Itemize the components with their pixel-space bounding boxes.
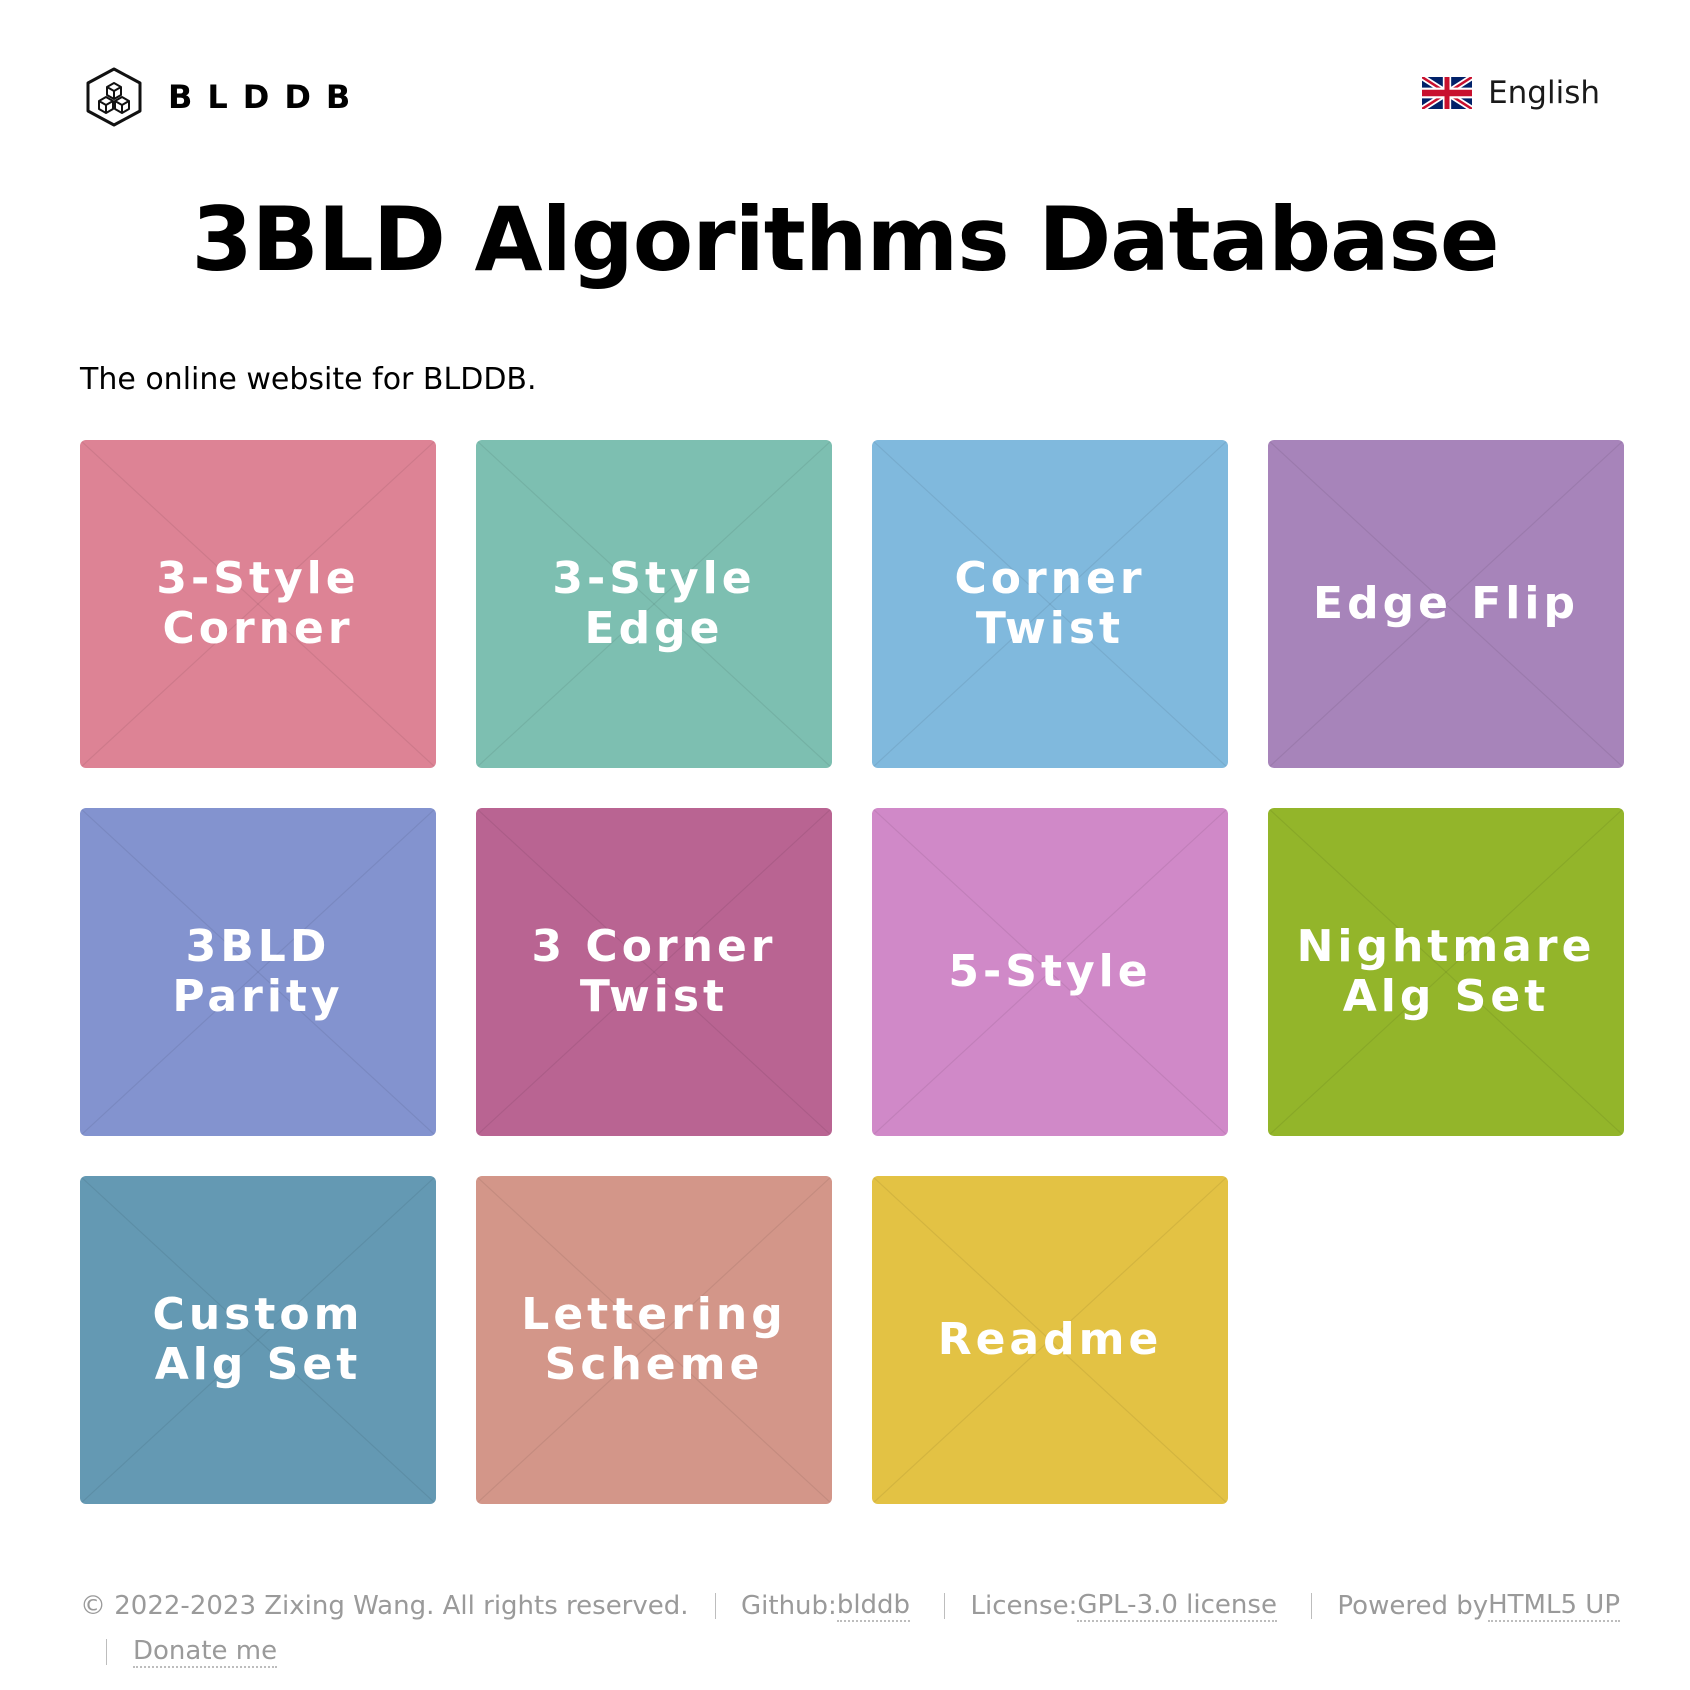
tile-label: Custom Alg Set (152, 1289, 364, 1390)
donate-link[interactable]: Donate me (133, 1636, 278, 1668)
uk-flag-icon (1422, 77, 1473, 109)
tile-label: 3-Style Corner (156, 553, 360, 654)
tile-label: 3 Corner Twist (531, 921, 777, 1022)
page-title: 3BLD Algorithms Database (191, 188, 1499, 291)
tile-custom-alg-set[interactable]: Custom Alg Set (80, 1176, 436, 1504)
github-link[interactable]: blddb (836, 1590, 911, 1622)
language-label: English (1488, 75, 1600, 111)
powered-by-prefix: Powered by (1337, 1591, 1489, 1621)
tile-lettering-scheme[interactable]: Lettering Scheme (476, 1176, 832, 1504)
language-selector[interactable]: English (1422, 75, 1600, 111)
html5up-link[interactable]: HTML5 UP (1488, 1590, 1620, 1622)
footer-row: © 2022-2023 Zixing Wang. All rights rese… (80, 1586, 1620, 1626)
tile-label: 3-Style Edge (552, 553, 756, 654)
tile-label: Lettering Scheme (521, 1289, 787, 1390)
cube-logo-icon (86, 67, 142, 127)
license-link[interactable]: GPL-3.0 license (1077, 1590, 1277, 1622)
tile-label: Nightmare Alg Set (1296, 921, 1596, 1022)
tile-corner-twist[interactable]: Corner Twist (872, 440, 1228, 768)
tile-3-corner-twist[interactable]: 3 Corner Twist (476, 808, 832, 1136)
brand-logo-link[interactable]: BLDDB (84, 66, 365, 128)
tile-5-style[interactable]: 5-Style (872, 808, 1228, 1136)
footer-row: Donate me (80, 1632, 1620, 1672)
site-footer: © 2022-2023 Zixing Wang. All rights rese… (80, 1586, 1620, 1672)
license-prefix: License: (970, 1591, 1078, 1621)
footer-separator (106, 1639, 107, 1665)
site-header: BLDDB English (80, 60, 1600, 130)
brand-name: BLDDB (168, 78, 366, 116)
tile-nightmare-alg-set[interactable]: Nightmare Alg Set (1268, 808, 1624, 1136)
tile-3-style-edge[interactable]: 3-Style Edge (476, 440, 832, 768)
tile-label: 5-Style (948, 946, 1152, 997)
copyright-text: © 2022-2023 Zixing Wang. All rights rese… (80, 1591, 689, 1621)
intro-text: The online website for BLDDB. (80, 362, 537, 397)
tile-label: Readme (937, 1314, 1163, 1365)
tile-3bld-parity[interactable]: 3BLD Parity (80, 808, 436, 1136)
tile-label: Edge Flip (1313, 578, 1579, 629)
tile-3-style-corner[interactable]: 3-Style Corner (80, 440, 436, 768)
github-prefix: Github: (741, 1591, 837, 1621)
tile-label: 3BLD Parity (172, 921, 344, 1022)
tile-edge-flip[interactable]: Edge Flip (1268, 440, 1624, 768)
tile-label: Corner Twist (954, 553, 1146, 654)
tile-readme[interactable]: Readme (872, 1176, 1228, 1504)
